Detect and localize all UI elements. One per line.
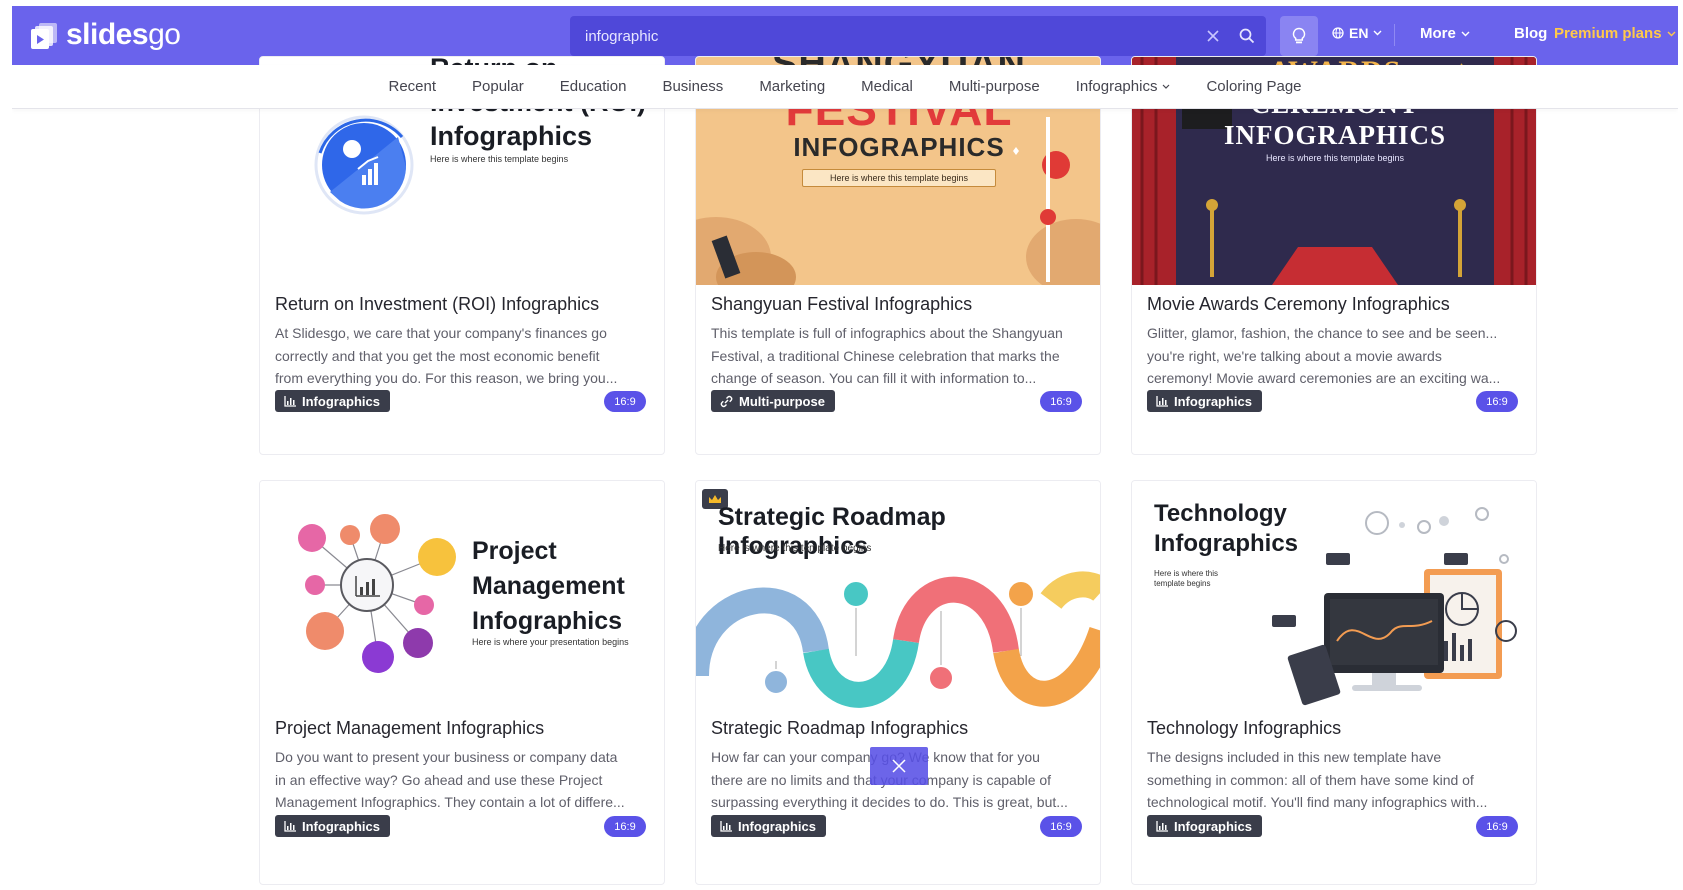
aspect-ratio-badge: 16:9 [604, 391, 646, 412]
category-business[interactable]: Business [644, 78, 741, 95]
bar-chart-icon [284, 395, 296, 407]
lightbulb-icon [1292, 27, 1306, 44]
template-title[interactable]: Shangyuan Festival Infographics [711, 294, 972, 315]
search-input[interactable] [570, 27, 1198, 45]
template-thumbnail[interactable]: Strategic Roadmap Infographics Here is w… [696, 481, 1100, 709]
template-description: The designs included in this new templat… [1147, 749, 1488, 810]
template-description: Do you want to present your business or … [275, 749, 625, 810]
thumb-subtitle: Here is where this template begins [430, 154, 569, 164]
tag-infographics[interactable]: Infographics [1147, 815, 1263, 837]
search-icon[interactable] [1232, 21, 1262, 51]
thumb-subtitle: Here is where this template begins [1265, 153, 1405, 163]
globe-icon [1332, 27, 1344, 39]
aspect-ratio-badge: 16:9 [1476, 816, 1518, 837]
template-title[interactable]: Strategic Roadmap Infographics [711, 718, 968, 739]
premium-label: Premium plans [1554, 25, 1662, 42]
bar-chart-icon [284, 820, 296, 832]
thumb-title-line: Technology [1154, 500, 1287, 527]
template-title[interactable]: Technology Infographics [1147, 718, 1341, 739]
clear-search-icon[interactable] [1198, 21, 1228, 51]
search-bar [570, 16, 1266, 56]
template-card[interactable]: Strategic Roadmap Infographics Here is w… [695, 480, 1101, 885]
template-card[interactable]: Technology Infographics Here is where th… [1131, 480, 1537, 885]
thumb-title-line: INFOGRAPHICS [793, 132, 1005, 162]
aspect-ratio-badge: 16:9 [1040, 391, 1082, 412]
tag-infographics[interactable]: Infographics [275, 390, 391, 412]
slidesgo-logo[interactable]: slidesgo [30, 18, 181, 52]
template-title[interactable]: Movie Awards Ceremony Infographics [1147, 294, 1450, 315]
bar-chart-icon [1156, 395, 1168, 407]
more-menu-button[interactable]: More [1420, 25, 1470, 42]
chevron-down-icon [1461, 31, 1470, 36]
thumb-title-line: INFOGRAPHICS [1223, 120, 1446, 150]
language-selector[interactable]: EN [1332, 25, 1382, 41]
chevron-down-icon [1667, 31, 1676, 36]
logo-wordmark: slidesgo [66, 18, 181, 51]
chevron-down-icon [1373, 30, 1382, 36]
thumb-title-line: Infographics [1154, 530, 1299, 557]
template-card[interactable]: SHANGYUAN FESTIVAL INFOGRAPHICS Here is … [695, 56, 1101, 455]
thumb-subtitle: Here is where this template begins [802, 169, 996, 187]
template-description: At Slidesgo, we care that your company's… [275, 325, 618, 386]
divider [1394, 24, 1395, 46]
browser-viewport: slidesgo EN More Blog Premium plans [12, 6, 1678, 890]
aspect-ratio-badge: 16:9 [604, 816, 646, 837]
template-description: Glitter, glamor, fashion, the chance to … [1147, 325, 1501, 386]
template-description: This template is full of infographics ab… [711, 325, 1063, 386]
template-title[interactable]: Return on Investment (ROI) Infographics [275, 294, 599, 315]
tag-infographics[interactable]: Infographics [275, 815, 391, 837]
aspect-ratio-badge: 16:9 [1476, 391, 1518, 412]
category-marketing[interactable]: Marketing [741, 78, 843, 95]
thumb-subtitle: Here is where your presentation begins [472, 637, 629, 647]
template-thumbnail[interactable]: Project Management Infographics Here is … [260, 481, 664, 709]
bar-chart-icon [720, 820, 732, 832]
thumb-title-line: Management [472, 572, 625, 600]
thumb-title-line: Infographics [430, 121, 593, 151]
category-recent[interactable]: Recent [370, 78, 454, 95]
language-label: EN [1349, 25, 1369, 41]
chevron-down-icon [1163, 84, 1170, 89]
category-popular[interactable]: Popular [454, 78, 542, 95]
thumb-title-line: Project [472, 537, 557, 565]
category-education[interactable]: Education [542, 78, 645, 95]
close-popup-button[interactable] [870, 747, 928, 785]
category-multi-purpose[interactable]: Multi-purpose [931, 78, 1058, 95]
more-label: More [1420, 25, 1456, 42]
category-coloring-page[interactable]: Coloring Page [1188, 78, 1319, 95]
thumb-subtitle: Here is where this template begins [718, 543, 872, 554]
blog-link[interactable]: Blog [1514, 25, 1547, 42]
template-title[interactable]: Project Management Infographics [275, 718, 544, 739]
category-infographics-label: Infographics [1075, 78, 1158, 95]
logo-icon [30, 20, 60, 50]
tag-infographics[interactable]: Infographics [711, 815, 827, 837]
thumb-subtitle: Here is where this template begins [1154, 569, 1219, 588]
close-icon [892, 759, 906, 773]
category-infographics[interactable]: Infographics [1058, 78, 1189, 95]
lightbulb-ideas-button[interactable] [1280, 16, 1318, 56]
template-thumbnail[interactable]: Technology Infographics Here is where th… [1132, 481, 1536, 709]
link-icon [720, 395, 733, 407]
tag-infographics[interactable]: Infographics [1147, 390, 1263, 412]
category-medical[interactable]: Medical [843, 78, 931, 95]
category-navigation: Recent Popular Education Business Market… [12, 65, 1678, 109]
tag-multi-purpose[interactable]: Multi-purpose [711, 390, 835, 412]
premium-plans-button[interactable]: Premium plans [1554, 25, 1676, 42]
template-card[interactable]: AWARDS CEREMONY INFOGRAPHICS Here is whe… [1131, 56, 1537, 455]
template-card[interactable]: Return on Investment (ROI) Infographics … [259, 56, 665, 455]
template-card[interactable]: Project Management Infographics Here is … [259, 480, 665, 885]
thumb-title-line: Infographics [472, 607, 623, 635]
aspect-ratio-badge: 16:9 [1040, 816, 1082, 837]
bar-chart-icon [1156, 820, 1168, 832]
